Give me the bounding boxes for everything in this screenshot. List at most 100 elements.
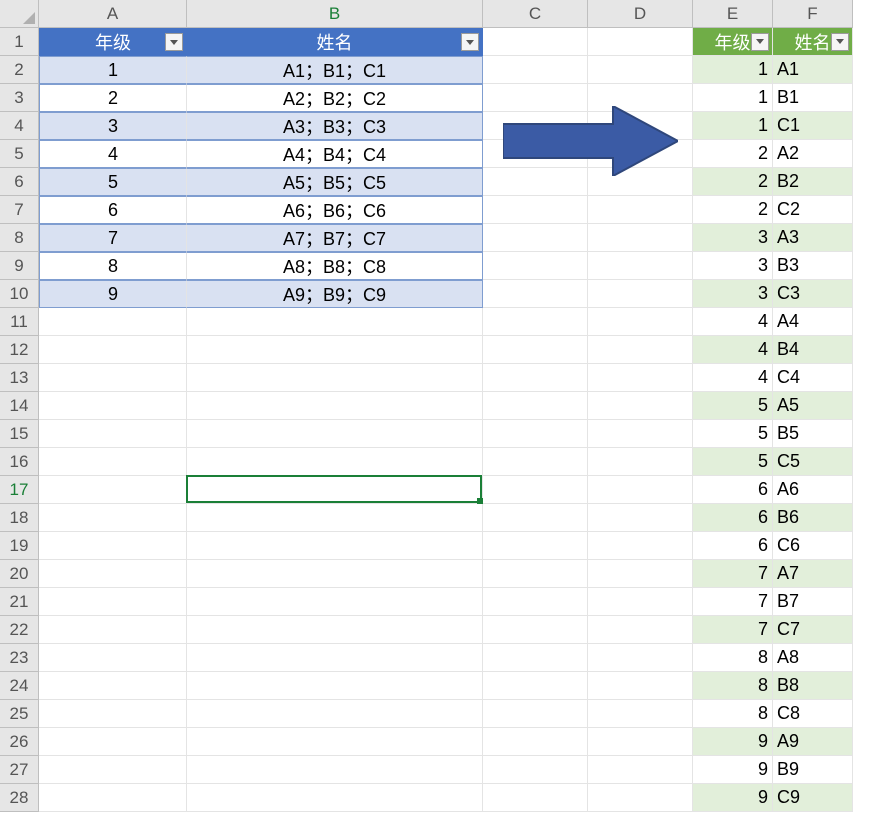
cell-B27[interactable] — [187, 756, 483, 784]
blue-cell[interactable]: A1；B1；C1 — [187, 56, 483, 84]
cell-D25[interactable] — [588, 700, 693, 728]
cell-D19[interactable] — [588, 532, 693, 560]
cell-C15[interactable] — [483, 420, 588, 448]
cell-A26[interactable] — [39, 728, 187, 756]
cell-C6[interactable] — [483, 168, 588, 196]
blue-cell[interactable]: 2 — [39, 84, 187, 112]
green-cell[interactable]: 3 — [693, 224, 773, 252]
blue-cell[interactable]: 3 — [39, 112, 187, 140]
green-cell[interactable]: 3 — [693, 280, 773, 308]
column-header-B[interactable]: B — [187, 0, 483, 28]
cell-B22[interactable] — [187, 616, 483, 644]
green-cell[interactable]: 2 — [693, 140, 773, 168]
cell-C16[interactable] — [483, 448, 588, 476]
green-cell[interactable]: A4 — [773, 308, 853, 336]
green-cell[interactable]: B5 — [773, 420, 853, 448]
green-cell[interactable]: B8 — [773, 672, 853, 700]
cell-A23[interactable] — [39, 644, 187, 672]
cell-D9[interactable] — [588, 252, 693, 280]
blue-cell[interactable]: 6 — [39, 196, 187, 224]
column-header-F[interactable]: F — [773, 0, 853, 28]
cell-D11[interactable] — [588, 308, 693, 336]
cell-A13[interactable] — [39, 364, 187, 392]
green-cell[interactable]: 5 — [693, 448, 773, 476]
cell-D8[interactable] — [588, 224, 693, 252]
cell-C17[interactable] — [483, 476, 588, 504]
cell-D13[interactable] — [588, 364, 693, 392]
green-cell[interactable]: 1 — [693, 112, 773, 140]
blue-cell[interactable]: 9 — [39, 280, 187, 308]
green-cell[interactable]: C6 — [773, 532, 853, 560]
cell-D24[interactable] — [588, 672, 693, 700]
filter-dropdown-icon[interactable] — [165, 33, 183, 51]
cell-C22[interactable] — [483, 616, 588, 644]
cell-C23[interactable] — [483, 644, 588, 672]
cell-D26[interactable] — [588, 728, 693, 756]
cell-C14[interactable] — [483, 392, 588, 420]
green-cell[interactable]: B2 — [773, 168, 853, 196]
row-header-5[interactable]: 5 — [0, 140, 39, 168]
blue-cell[interactable]: 7 — [39, 224, 187, 252]
green-cell[interactable]: 5 — [693, 392, 773, 420]
cell-D2[interactable] — [588, 56, 693, 84]
cell-C12[interactable] — [483, 336, 588, 364]
cell-A15[interactable] — [39, 420, 187, 448]
cell-B28[interactable] — [187, 784, 483, 812]
green-cell[interactable]: 8 — [693, 672, 773, 700]
row-header-10[interactable]: 10 — [0, 280, 39, 308]
cell-A19[interactable] — [39, 532, 187, 560]
row-header-20[interactable]: 20 — [0, 560, 39, 588]
green-cell[interactable]: 1 — [693, 56, 773, 84]
cell-C24[interactable] — [483, 672, 588, 700]
cell-D18[interactable] — [588, 504, 693, 532]
column-header-A[interactable]: A — [39, 0, 187, 28]
green-cell[interactable]: 9 — [693, 784, 773, 812]
column-header-C[interactable]: C — [483, 0, 588, 28]
green-cell[interactable]: A5 — [773, 392, 853, 420]
cell-D4[interactable] — [588, 112, 693, 140]
cell-C8[interactable] — [483, 224, 588, 252]
cell-D10[interactable] — [588, 280, 693, 308]
green-cell[interactable]: 9 — [693, 756, 773, 784]
row-header-3[interactable]: 3 — [0, 84, 39, 112]
cell-C20[interactable] — [483, 560, 588, 588]
cell-C7[interactable] — [483, 196, 588, 224]
blue-cell[interactable]: A5；B5；C5 — [187, 168, 483, 196]
cell-B20[interactable] — [187, 560, 483, 588]
row-header-23[interactable]: 23 — [0, 644, 39, 672]
select-all-triangle[interactable] — [0, 0, 39, 28]
blue-cell[interactable]: A9；B9；C9 — [187, 280, 483, 308]
cell-B15[interactable] — [187, 420, 483, 448]
cell-C26[interactable] — [483, 728, 588, 756]
cell-C5[interactable] — [483, 140, 588, 168]
green-cell[interactable]: B1 — [773, 84, 853, 112]
cell-C21[interactable] — [483, 588, 588, 616]
green-cell[interactable]: 6 — [693, 532, 773, 560]
cell-D5[interactable] — [588, 140, 693, 168]
blue-cell[interactable]: 8 — [39, 252, 187, 280]
green-cell[interactable]: 5 — [693, 420, 773, 448]
green-cell[interactable]: 1 — [693, 84, 773, 112]
cell-A20[interactable] — [39, 560, 187, 588]
column-header-E[interactable]: E — [693, 0, 773, 28]
green-cell[interactable]: B9 — [773, 756, 853, 784]
green-cell[interactable]: B6 — [773, 504, 853, 532]
green-cell[interactable]: 6 — [693, 476, 773, 504]
cell-A14[interactable] — [39, 392, 187, 420]
row-header-19[interactable]: 19 — [0, 532, 39, 560]
green-cell[interactable]: 8 — [693, 644, 773, 672]
blue-cell[interactable]: 5 — [39, 168, 187, 196]
cell-D1[interactable] — [588, 28, 693, 56]
column-header-D[interactable]: D — [588, 0, 693, 28]
cell-C1[interactable] — [483, 28, 588, 56]
green-cell[interactable]: B4 — [773, 336, 853, 364]
cell-D15[interactable] — [588, 420, 693, 448]
row-header-7[interactable]: 7 — [0, 196, 39, 224]
green-cell[interactable]: A7 — [773, 560, 853, 588]
blue-cell[interactable]: A2；B2；C2 — [187, 84, 483, 112]
green-header-name[interactable]: 姓名 — [773, 28, 853, 56]
green-cell[interactable]: C5 — [773, 448, 853, 476]
green-cell[interactable]: 3 — [693, 252, 773, 280]
cell-B17[interactable] — [187, 476, 483, 504]
filter-dropdown-icon[interactable] — [831, 33, 849, 51]
